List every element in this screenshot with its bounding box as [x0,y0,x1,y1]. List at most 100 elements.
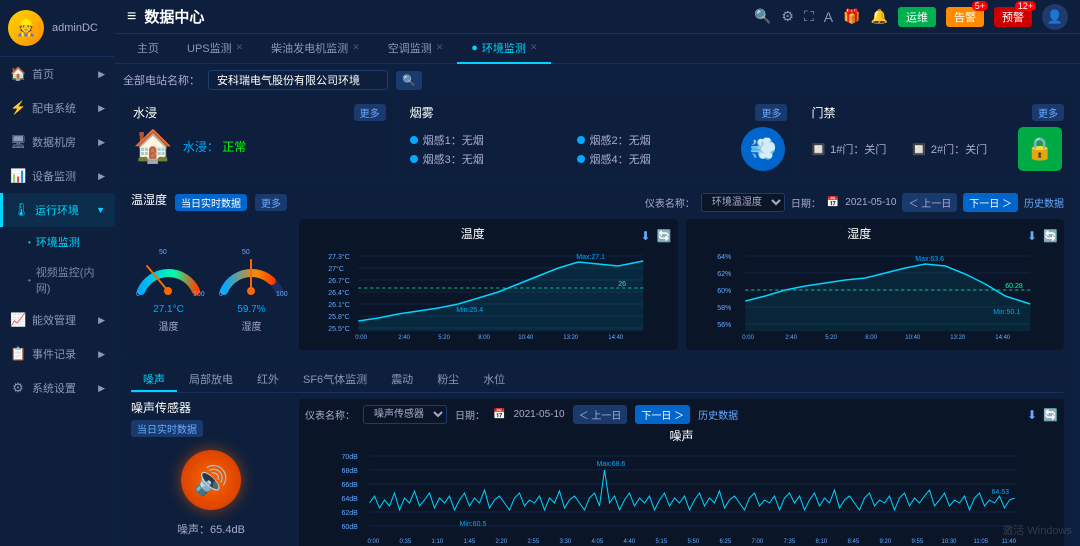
svg-text:70dB: 70dB [342,454,359,461]
history-link[interactable]: 历史数据 [1024,195,1064,210]
svg-text:27°C: 27°C [328,265,344,273]
water-more-button[interactable]: 更多 [354,104,386,121]
svg-text:4:40: 4:40 [624,539,636,545]
badge-warn[interactable]: 预警 12+ [994,7,1032,27]
tab-env-close[interactable]: ✕ [530,42,538,53]
menu-toggle-icon[interactable]: ≡ [127,8,136,26]
badge-ops[interactable]: 运维 [898,7,936,27]
water-card-title: 水浸 [133,104,384,121]
svg-text:Max:27.1: Max:27.1 [576,254,605,261]
next-day-button[interactable]: 下一日 ＞ [963,193,1018,212]
power-icon: ⚡ [10,100,26,116]
bottom-tab-ir[interactable]: 红外 [245,368,291,392]
sensor-select[interactable]: 环境温湿度 [701,193,785,212]
temp-more-badge[interactable]: 更多 [255,194,287,211]
tab-home-label: 主页 [137,40,159,56]
noise-history-link[interactable]: 历史数据 [698,407,738,422]
svg-text:5:20: 5:20 [825,335,837,341]
bottom-tab-dust[interactable]: 粉尘 [425,368,471,392]
station-input[interactable] [208,70,388,90]
user-avatar[interactable]: 👤 [1042,4,1068,30]
settings2-icon[interactable]: ⚙ [781,8,794,25]
noise-prev-button[interactable]: ＜ 上一日 [573,405,628,424]
svg-text:10:40: 10:40 [905,335,921,341]
gift-icon[interactable]: 🎁 [843,8,860,25]
svg-text:6:25: 6:25 [720,539,732,545]
sidebar-sub-video[interactable]: 视频监控(内网) [0,257,115,303]
noise-sensor-select[interactable]: 噪声传感器 [363,405,447,424]
tab-diesel-close[interactable]: ✕ [352,42,360,53]
sidebar-item-settings[interactable]: ⚙ 系统设置 ▶ [0,371,115,405]
tab-diesel[interactable]: 柴油发电机监测 ✕ [257,34,374,64]
sidebar-item-power[interactable]: ⚡ 配电系统 ▶ [0,91,115,125]
bell-icon[interactable]: 🔔 [871,8,888,25]
fullscreen-icon[interactable]: ⛶ [804,8,814,25]
sidebar-sub-envmonitor[interactable]: 环境监测 [0,227,115,257]
efficiency-icon: 📈 [10,312,26,328]
svg-text:58%: 58% [717,305,731,312]
bottom-tab-water[interactable]: 水位 [471,368,517,392]
tab-ups[interactable]: UPS监测 ✕ [173,34,257,64]
temp-gauge: 0 50 100 27.1°C 温度 [131,236,206,333]
settings-icon: ⚙ [10,380,26,396]
tab-env[interactable]: ● 环境监测 ✕ [457,34,551,64]
smoke-more-button[interactable]: 更多 [755,104,787,121]
noise-refresh-icon[interactable]: 🔄 [1043,408,1058,422]
bottom-content: 噪声传感器 当日实时数据 🔊 噪声：65.4dB 仪表名称： 噪声传感器 [131,399,1064,546]
topbar: ≡ 数据中心 🔍 ⚙ ⛶ A 🎁 🔔 运维 告警 5+ 预警 12+ [115,0,1080,34]
sidebar-label-datacenter: 数据机房 [32,134,76,150]
svg-text:8:10: 8:10 [816,539,828,545]
noise-download-icon[interactable]: ⬇ [1027,408,1037,422]
door-more-button[interactable]: 更多 [1032,104,1064,121]
bottom-tab-partial[interactable]: 局部放电 [177,368,245,392]
sidebar-label-events: 事件记录 [32,346,76,362]
svg-text:1:45: 1:45 [464,539,476,545]
svg-text:8:00: 8:00 [478,335,490,341]
hum-refresh-icon[interactable]: 🔄 [1043,229,1058,243]
tab-ac[interactable]: 空调监测 ✕ [374,34,458,64]
temp-refresh-icon[interactable]: 🔄 [657,229,672,243]
smoke-item-2: 烟感2：无烟 [577,132,732,148]
tab-diesel-label: 柴油发电机监测 [271,40,348,56]
sidebar-item-datacenter[interactable]: 🖥 数据机房 ▶ [0,125,115,159]
svg-text:0:00: 0:00 [742,335,754,341]
font-icon[interactable]: A [824,9,833,25]
tab-ac-close[interactable]: ✕ [436,42,444,53]
sidebar-item-device[interactable]: 📊 设备监测 ▶ [0,159,115,193]
svg-text:13:20: 13:20 [563,335,579,341]
svg-text:Min:50.1: Min:50.1 [993,309,1020,316]
svg-text:2:40: 2:40 [785,335,797,341]
temp-gauge-svg: 0 50 100 [131,236,206,301]
hum-download-icon[interactable]: ⬇ [1027,229,1037,243]
sidebar-item-env[interactable]: 🌡 运行环境 ▼ [0,193,115,227]
sidebar-item-efficiency[interactable]: 📈 能效管理 ▶ [0,303,115,337]
noise-realtime-badge[interactable]: 当日实时数据 [131,420,203,437]
hum-chart-panel: 湿度 ⬇ 🔄 [686,219,1065,350]
smoke-item-1: 烟感1：无烟 [410,132,565,148]
svg-text:14:40: 14:40 [608,335,624,341]
bottom-tab-noise[interactable]: 噪声 [131,368,177,392]
cards-row: 水浸 更多 🏠 水浸： 正常 烟雾 更多 [123,96,1072,179]
hum-gauge-val: 59.7% [214,304,289,315]
tab-home[interactable]: 主页 [123,34,173,64]
temp-chart-panel: 温度 ⬇ 🔄 [299,219,678,350]
temp-realtime-badge[interactable]: 当日实时数据 [175,194,247,211]
svg-text:0: 0 [219,291,223,298]
sidebar-label-home: 首页 [32,66,54,82]
sidebar-item-home[interactable]: 🏠 首页 ▶ [0,57,115,91]
search-icon[interactable]: 🔍 [754,8,771,25]
bottom-tab-vibration[interactable]: 震动 [379,368,425,392]
bottom-tabs: 噪声 局部放电 红外 SF6气体监测 震动 粉尘 [131,368,1064,393]
smoke-card-body: 烟感1：无烟 烟感2：无烟 烟感3：无烟 [410,127,786,171]
temp-download-icon[interactable]: ⬇ [640,229,650,243]
noise-chart-svg: 70dB 68dB 66dB 64dB 62dB 60dB Max:68.6 M… [305,448,1058,546]
noise-next-button[interactable]: 下一日 ＞ [635,405,690,424]
bottom-tab-sf6[interactable]: SF6气体监测 [291,368,379,392]
station-search-button[interactable]: 🔍 [396,71,422,90]
sidebar-item-events[interactable]: 📋 事件记录 ▶ [0,337,115,371]
sidebar-label-efficiency: 能效管理 [32,312,76,328]
svg-text:10:30: 10:30 [942,539,958,545]
tab-ups-close[interactable]: ✕ [236,42,244,53]
badge-alarm[interactable]: 告警 5+ [946,7,984,27]
prev-day-button[interactable]: ＜ 上一日 [902,193,957,212]
